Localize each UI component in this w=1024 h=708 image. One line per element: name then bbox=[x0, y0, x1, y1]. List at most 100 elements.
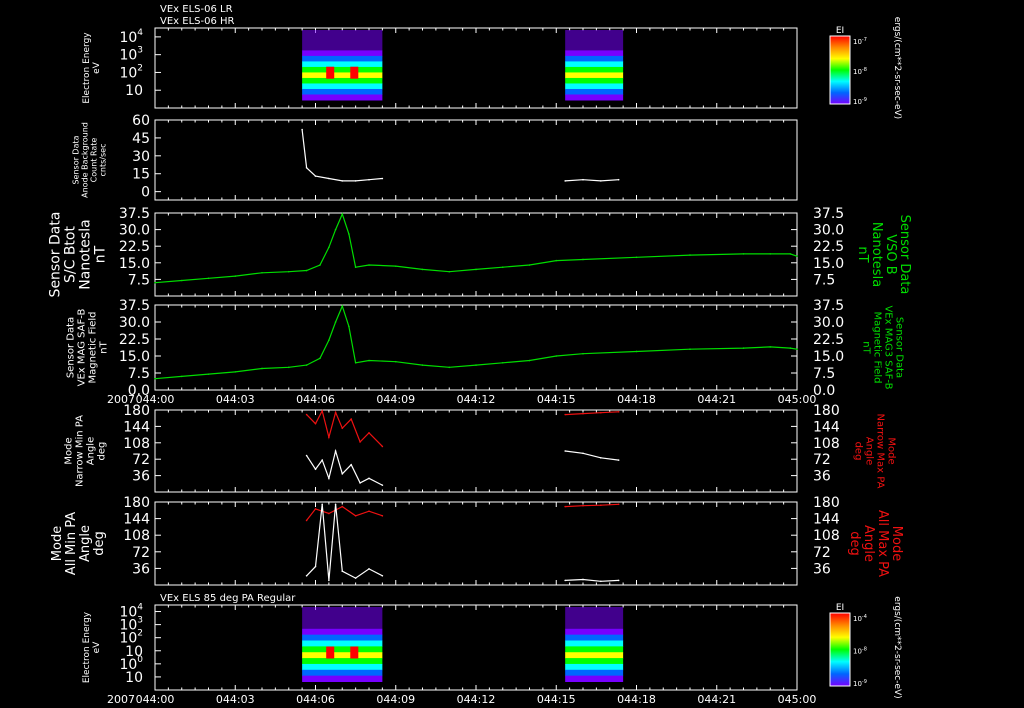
heatmap-band-els06 bbox=[565, 88, 624, 95]
data-point-btot bbox=[501, 266, 504, 269]
data-point-magsafb bbox=[180, 375, 183, 378]
data-point-narrowpa bbox=[341, 472, 344, 475]
rlabel-magsafb: Magnetic Field bbox=[872, 311, 883, 383]
title-line2: VEx ELS-06 HR bbox=[160, 16, 235, 27]
y-tick-label-right-allpa: 108 bbox=[813, 528, 840, 544]
data-point-narrowpa bbox=[564, 450, 566, 452]
y-tick-label-right-btot: 30.0 bbox=[813, 223, 844, 239]
heatmap-band-els85 bbox=[302, 640, 383, 647]
y-tick-label-right-narrowpa: 72 bbox=[813, 452, 831, 468]
y-tick-label-background: 60 bbox=[132, 113, 150, 129]
heatmap-band-els06 bbox=[302, 83, 383, 90]
data-point-allpa bbox=[368, 568, 370, 570]
rlabel-allpa: Angle bbox=[861, 525, 876, 562]
y-tick-label-narrowpa: 36 bbox=[132, 469, 150, 485]
data-point-magsafb bbox=[319, 357, 321, 360]
data-point-btot bbox=[421, 268, 424, 271]
y-tick-label-right-allpa: 72 bbox=[813, 545, 831, 561]
x-tick-label-els85: 044:12 bbox=[457, 693, 496, 706]
ylabel-narrowpa: deg bbox=[97, 442, 108, 461]
data-point-magsafb bbox=[394, 360, 397, 363]
heatmap-band-els06 bbox=[565, 77, 624, 84]
ylabel-els06: eV bbox=[92, 61, 102, 74]
x-tick-label-els85: 044:18 bbox=[617, 693, 656, 706]
series-line-background-1 bbox=[565, 179, 619, 182]
heatmap-band-els85 bbox=[565, 628, 624, 636]
data-point-background bbox=[301, 128, 303, 131]
data-point-background bbox=[328, 177, 330, 180]
data-point-allpa bbox=[617, 579, 620, 582]
heatmap-band-els85 bbox=[565, 669, 624, 677]
data-point-magsafb bbox=[635, 350, 638, 353]
data-point-btot bbox=[475, 268, 477, 271]
data-point-narrowpa bbox=[341, 427, 344, 430]
y-tick-label-magsafb: 22.5 bbox=[119, 332, 150, 348]
y-tick-label-btot: 30.0 bbox=[119, 223, 150, 239]
y-tick-label-right-btot: 37.5 bbox=[813, 206, 844, 222]
heatmap-band-els85 bbox=[302, 628, 383, 636]
heatmap-band-els85 bbox=[565, 663, 624, 671]
y-tick-label-btot: 22.5 bbox=[119, 239, 150, 255]
ylabel-btot: Sensor Data bbox=[48, 212, 64, 298]
data-point-btot bbox=[334, 228, 337, 231]
data-point-narrowpa bbox=[334, 411, 337, 414]
y-tick-label-right-narrowpa: 144 bbox=[813, 419, 840, 435]
data-point-btot bbox=[341, 213, 344, 215]
y-tick-label-btot: 15.0 bbox=[119, 256, 150, 272]
data-point-narrowpa bbox=[321, 459, 323, 461]
title-line1: VEx ELS-06 LR bbox=[160, 4, 233, 15]
data-point-narrowpa bbox=[328, 436, 330, 439]
y-tick-label-right-magsafb: 37.5 bbox=[813, 298, 844, 314]
data-point-btot bbox=[689, 254, 691, 256]
heatmap-band-els06 bbox=[302, 55, 383, 62]
heatmap-sparse-els85 bbox=[302, 607, 383, 630]
heatmap-band-els85 bbox=[565, 675, 624, 682]
ylabel-els06: Electron Energy bbox=[82, 32, 92, 104]
data-point-btot bbox=[319, 264, 321, 266]
heatmap-band-els06 bbox=[565, 72, 624, 79]
data-point-allpa bbox=[600, 580, 602, 583]
y-tick-label-narrowpa: 108 bbox=[123, 436, 150, 452]
data-point-magsafb bbox=[689, 348, 691, 351]
x-tick-label-els85: 045:00 bbox=[778, 693, 817, 706]
y-tick-label-magsafb: 37.5 bbox=[119, 298, 150, 314]
ylabel-background: cnts/sec bbox=[99, 144, 108, 177]
x-tick-label-els85: 044:09 bbox=[376, 693, 415, 706]
ylabel-allpa: Mode bbox=[50, 526, 65, 561]
data-point-btot bbox=[154, 281, 156, 284]
heatmap-band-els06 bbox=[302, 88, 383, 95]
rlabel-narrowpa: Narrow Max PA bbox=[875, 414, 886, 489]
colorbar-els06 bbox=[829, 35, 851, 105]
y-tick-label-magsafb: 30.0 bbox=[119, 315, 150, 331]
x-tick-label-magsafb: 044:06 bbox=[296, 393, 335, 406]
data-point-allpa bbox=[368, 510, 370, 513]
ylabel-background: Sensor Data bbox=[72, 135, 81, 184]
y-tick-label-right-allpa: 180 bbox=[813, 495, 840, 511]
ylabel-magsafb: VEx MAG SAF-B bbox=[77, 309, 88, 387]
x-tick-label-magsafb: 044:15 bbox=[537, 393, 576, 406]
y-tick-label-allpa: 36 bbox=[132, 561, 150, 577]
heatmap-band-els85 bbox=[565, 640, 624, 647]
data-point-magsafb bbox=[328, 339, 330, 341]
ylabel-background: Anode Background bbox=[81, 122, 90, 198]
y-tick-label-right-magsafb: 7.5 bbox=[813, 366, 835, 382]
heatmap-band-els06 bbox=[302, 72, 383, 79]
mid-title: VEx ELS 85 deg PA Regular bbox=[160, 593, 296, 604]
y-tick-label-right-magsafb: 22.5 bbox=[813, 332, 844, 348]
data-point-btot bbox=[528, 264, 531, 266]
heatmap-sparse-els06 bbox=[565, 30, 624, 51]
y-tick-label-right-allpa: 36 bbox=[813, 561, 831, 577]
heatmap-band-els85 bbox=[565, 658, 624, 665]
data-point-btot bbox=[354, 266, 357, 269]
heatmap-band-els06 bbox=[565, 50, 624, 57]
data-point-narrowpa bbox=[314, 468, 317, 471]
rlabel-btot: Nanotesla bbox=[869, 222, 884, 287]
data-point-allpa bbox=[617, 503, 620, 506]
y-tick-label-btot: 7.5 bbox=[128, 272, 150, 288]
data-point-narrowpa bbox=[368, 431, 370, 434]
data-point-background bbox=[305, 166, 308, 169]
data-point-magsafb bbox=[421, 364, 424, 366]
heatmap-band-els06 bbox=[565, 55, 624, 62]
data-point-btot bbox=[635, 256, 638, 259]
heatmap-band-els06 bbox=[302, 77, 383, 84]
